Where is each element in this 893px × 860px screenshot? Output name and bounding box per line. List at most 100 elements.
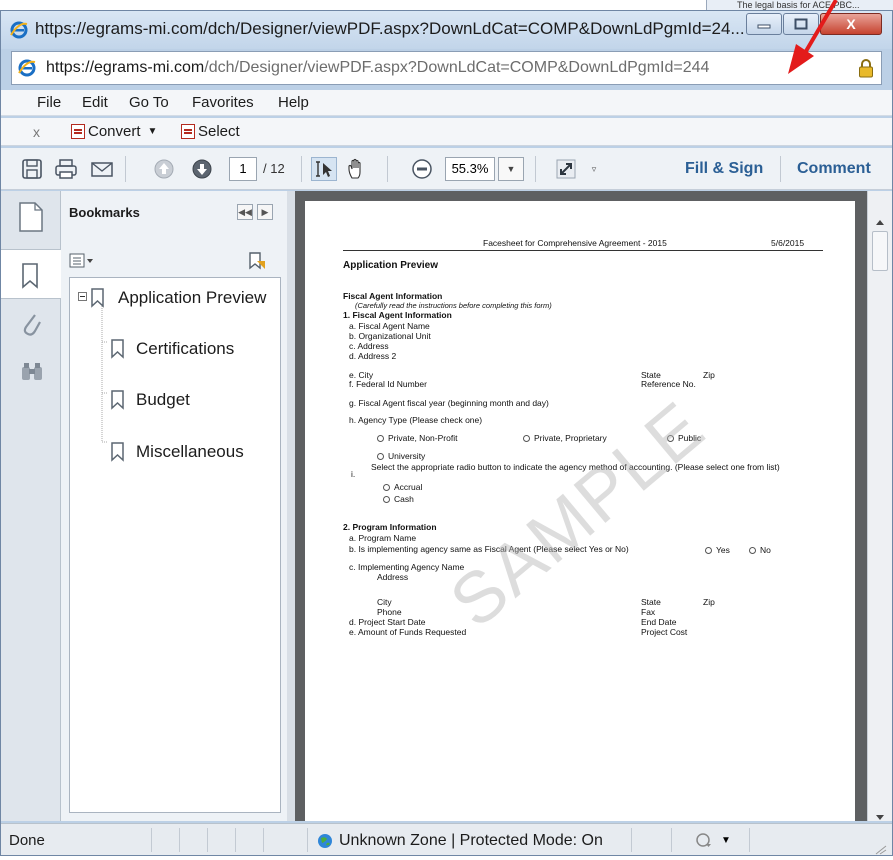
page-number-input[interactable]: 1 [229, 157, 257, 181]
select-button[interactable]: Select [181, 123, 240, 140]
new-bookmark-button[interactable] [247, 251, 267, 276]
radio-label: Cash [394, 494, 414, 504]
bookmark-icon [111, 390, 124, 410]
command-bar: x Convert ▼ Select [1, 118, 892, 146]
vertical-scrollbar[interactable] [867, 191, 892, 821]
bookmark-label: Miscellaneous [136, 442, 244, 461]
minimize-icon [757, 24, 771, 29]
fill-sign-button[interactable]: Fill & Sign [685, 160, 763, 178]
next-page-button[interactable] [189, 157, 215, 181]
page-date: 5/6/2015 [771, 238, 805, 248]
scroll-thumb[interactable] [872, 231, 888, 271]
chevron-down-icon: ▼ [506, 164, 516, 174]
hand-tool-button[interactable] [343, 157, 369, 181]
status-separator [151, 828, 152, 852]
comment-button[interactable]: Comment [797, 160, 871, 178]
zoom-out-button[interactable] [409, 157, 435, 181]
save-button[interactable] [19, 157, 45, 181]
instruction-text: (Carefully read the instructions before … [355, 301, 552, 310]
toolbar-separator [780, 156, 781, 182]
status-separator [671, 828, 672, 852]
field-program-end: End Date [641, 617, 677, 627]
section-2-title: 2. Program Information [343, 522, 437, 532]
collapse-panel-button[interactable]: ◀◀ [237, 204, 253, 220]
select-tool-button[interactable] [311, 157, 337, 181]
field-i-number: i. [351, 469, 356, 479]
bookmark-icon [111, 339, 124, 359]
menu-file[interactable]: File [37, 94, 61, 111]
radio-label: University [388, 451, 426, 461]
status-separator [631, 828, 632, 852]
radio-label: No [760, 545, 771, 555]
section-title: Fiscal Agent Information [343, 291, 443, 301]
field-program-name: a. Program Name [349, 533, 417, 543]
radio-option[interactable]: No [749, 545, 771, 555]
resize-grip[interactable] [875, 842, 887, 860]
toolbar-options-button[interactable]: ▿ [581, 157, 607, 181]
scroll-up-icon[interactable] [875, 213, 885, 231]
field-f: f. Federal Id Number [349, 379, 427, 389]
radio-option[interactable]: Accrual [383, 482, 422, 492]
convert-button[interactable]: Convert ▼ [71, 123, 157, 140]
radio-option[interactable]: Private, Proprietary [523, 433, 607, 443]
globe-icon [318, 834, 332, 848]
bookmarks-tab[interactable] [1, 249, 61, 299]
zoom-level-input[interactable]: 55.3% [445, 157, 495, 181]
radio-option[interactable]: Cash [383, 494, 414, 504]
email-button[interactable] [89, 157, 115, 181]
binoculars-icon [22, 363, 42, 380]
security-zone-label: Unknown Zone | Protected Mode: On [339, 832, 603, 849]
document-viewer[interactable]: Facesheet for Comprehensive Agreement - … [295, 191, 867, 821]
bookmark-options-button[interactable] [69, 253, 95, 274]
bookmark-item[interactable]: Miscellaneous [110, 442, 244, 462]
lock-icon[interactable] [858, 58, 874, 78]
radio-label: Private, Non-Profit [388, 433, 458, 443]
previous-page-button[interactable] [151, 157, 177, 181]
chevron-right-icon: ▶ [261, 206, 269, 217]
search-panel-button[interactable] [20, 361, 44, 388]
menu-help[interactable]: Help [278, 94, 309, 111]
address-bar[interactable]: https://egrams-mi.com/dch/Designer/viewP… [11, 51, 882, 85]
tree-lines [78, 292, 108, 443]
chevron-down-icon: ▿ [591, 163, 597, 174]
page-thumbnails-button[interactable] [17, 201, 45, 238]
bookmark-item[interactable]: Application Preview [90, 288, 266, 308]
radio-option[interactable]: University [377, 451, 425, 461]
field-program-funds: e. Amount of Funds Requested [349, 627, 467, 637]
url-host: https://egrams-mi.com [46, 59, 205, 76]
field-c: c. Address [349, 341, 389, 351]
radio-option[interactable]: Private, Non-Profit [377, 433, 457, 443]
bookmark-icon [22, 263, 38, 289]
menu-edit[interactable]: Edit [82, 94, 108, 111]
menu-go-to[interactable]: Go To [129, 94, 169, 111]
fit-page-button[interactable] [553, 157, 579, 181]
arrow-down-circle-icon [192, 159, 212, 179]
minimize-button[interactable] [746, 13, 782, 35]
pdf-select-icon [181, 124, 195, 139]
field-h: h. Agency Type (Please check one) [349, 415, 483, 425]
close-toolbar-button[interactable]: x [33, 124, 40, 140]
title-bar: https://egrams-mi.com/dch/Designer/viewP… [1, 11, 892, 49]
expand-panel-button[interactable]: ▶ [257, 204, 273, 220]
bookmark-label: Budget [136, 390, 190, 409]
bookmark-item[interactable]: Certifications [110, 339, 234, 359]
bookmark-item[interactable]: Budget [110, 390, 190, 410]
page-total: / 12 [263, 161, 285, 176]
zoom-status-button[interactable]: ▼ [695, 832, 731, 848]
attachments-button[interactable] [20, 309, 42, 344]
url-text[interactable]: https://egrams-mi.com/dch/Designer/viewP… [46, 59, 709, 77]
print-button[interactable] [53, 157, 79, 181]
radio-icon [705, 547, 712, 554]
status-separator [749, 828, 750, 852]
security-zone[interactable]: Unknown Zone | Protected Mode: On [317, 832, 603, 850]
close-icon: X [846, 16, 856, 32]
options-menu-icon [69, 253, 93, 268]
radio-icon [749, 547, 756, 554]
menu-favorites[interactable]: Favorites [192, 94, 254, 111]
panel-splitter[interactable] [287, 191, 295, 821]
radio-option[interactable]: Yes [705, 545, 730, 555]
bookmark-icon [111, 442, 124, 462]
paperclip-icon [23, 314, 41, 336]
zoom-dropdown-button[interactable]: ▼ [498, 157, 524, 181]
bookmark-label: Certifications [136, 339, 235, 358]
